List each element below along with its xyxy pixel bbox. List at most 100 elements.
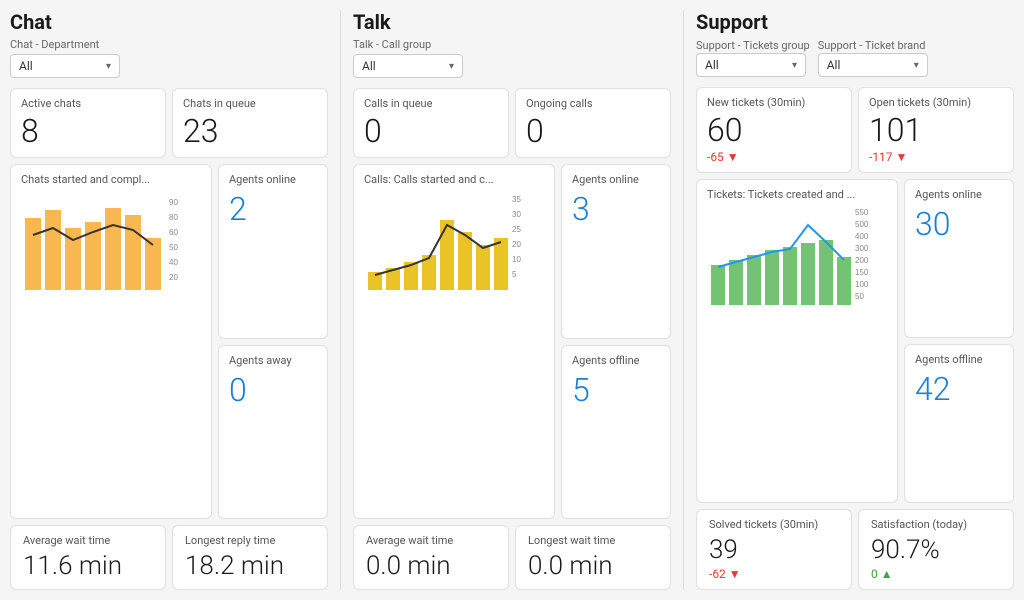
chat-avg-wait-label: Average wait time bbox=[23, 534, 153, 547]
svg-text:500: 500 bbox=[855, 220, 869, 229]
svg-text:550: 550 bbox=[855, 208, 869, 217]
new-tickets-label: New tickets (30min) bbox=[707, 96, 841, 109]
talk-chart-card: Calls: Calls started and c... bbox=[353, 164, 555, 519]
svg-text:40: 40 bbox=[169, 258, 178, 267]
new-tickets-card: New tickets (30min) 60 -65 ▼ bbox=[696, 87, 852, 173]
talk-longest-wait-value: 0.0 min bbox=[528, 551, 658, 581]
satisfaction-card: Satisfaction (today) 90.7% 0 ▲ bbox=[858, 509, 1014, 590]
section-divider-2 bbox=[683, 10, 684, 590]
chat-right-col: Agents online 2 Agents away 0 bbox=[218, 164, 328, 519]
satisfaction-value: 90.7% bbox=[871, 535, 1001, 565]
talk-avg-wait-card: Average wait time 0.0 min bbox=[353, 525, 509, 590]
satisfaction-label: Satisfaction (today) bbox=[871, 518, 1001, 531]
talk-chart-label: Calls: Calls started and c... bbox=[364, 173, 544, 186]
chevron-down-icon: ▾ bbox=[449, 61, 454, 72]
active-chats-card: Active chats 8 bbox=[10, 88, 166, 158]
talk-middle-area: Calls: Calls started and c... bbox=[353, 164, 671, 519]
chat-agents-online-value: 2 bbox=[229, 190, 317, 228]
svg-text:100: 100 bbox=[855, 280, 869, 289]
support-bottom-row: Solved tickets (30min) 39 -62 ▼ Satisfac… bbox=[696, 509, 1014, 590]
chat-longest-reply-label: Longest reply time bbox=[185, 534, 315, 547]
svg-text:50: 50 bbox=[855, 292, 864, 301]
ongoing-calls-value: 0 bbox=[526, 114, 660, 149]
chat-longest-reply-value: 18.2 min bbox=[185, 551, 315, 581]
svg-text:20: 20 bbox=[169, 273, 178, 282]
chats-queue-value: 23 bbox=[183, 114, 317, 149]
talk-avg-wait-label: Average wait time bbox=[366, 534, 496, 547]
support-section: Support Support - Tickets group All ▾ Su… bbox=[696, 10, 1014, 590]
talk-filter-label: Talk - Call group bbox=[353, 38, 671, 51]
chat-avg-wait-card: Average wait time 11.6 min bbox=[10, 525, 166, 590]
talk-right-col: Agents online 3 Agents offline 5 bbox=[561, 164, 671, 519]
support-filter-group-label: Support - Tickets group bbox=[696, 39, 810, 52]
chat-agents-away-card: Agents away 0 bbox=[218, 345, 328, 519]
support-chart-label: Tickets: Tickets created and ... bbox=[707, 188, 887, 201]
talk-agents-offline-value: 5 bbox=[572, 371, 660, 409]
svg-text:200: 200 bbox=[855, 256, 869, 265]
svg-text:400: 400 bbox=[855, 232, 869, 241]
chevron-down-icon: ▾ bbox=[106, 61, 111, 72]
chat-agents-away-label: Agents away bbox=[229, 354, 317, 367]
new-tickets-delta: -65 ▼ bbox=[707, 150, 841, 164]
talk-top-cards: Calls in queue 0 Ongoing calls 0 bbox=[353, 88, 671, 158]
talk-title: Talk bbox=[353, 10, 671, 34]
chat-middle-area: Chats started and compl... bbox=[10, 164, 328, 519]
chevron-down-icon: ▾ bbox=[792, 60, 797, 71]
talk-longest-wait-label: Longest wait time bbox=[528, 534, 658, 547]
solved-tickets-label: Solved tickets (30min) bbox=[709, 518, 839, 531]
svg-text:300: 300 bbox=[855, 244, 869, 253]
ongoing-calls-label: Ongoing calls bbox=[526, 97, 660, 110]
chat-chart: 13 14 15 16 17 18 19 20 90 80 60 50 40 bbox=[21, 190, 201, 290]
svg-text:90: 90 bbox=[169, 198, 178, 207]
calls-queue-value: 0 bbox=[364, 114, 498, 149]
svg-text:35: 35 bbox=[512, 195, 521, 204]
support-agents-online-label: Agents online bbox=[915, 188, 1003, 201]
chevron-down-icon: ▾ bbox=[914, 60, 919, 71]
chat-chart-label: Chats started and compl... bbox=[21, 173, 201, 186]
support-middle-area: Tickets: Tickets created and ... bbox=[696, 179, 1014, 503]
section-divider-1 bbox=[340, 10, 341, 590]
talk-chart: 13 14 15 16 17 18 19 20 35 30 25 20 10 bbox=[364, 190, 544, 290]
satisfaction-delta: 0 ▲ bbox=[871, 567, 1001, 581]
active-chats-label: Active chats bbox=[21, 97, 155, 110]
support-agents-offline-value: 42 bbox=[915, 370, 1003, 408]
svg-text:10: 10 bbox=[512, 255, 521, 264]
chat-avg-wait-value: 11.6 min bbox=[23, 551, 153, 581]
solved-tickets-delta: -62 ▼ bbox=[709, 567, 839, 581]
chat-top-cards: Active chats 8 Chats in queue 23 bbox=[10, 88, 328, 158]
talk-callgroup-dropdown[interactable]: All ▾ bbox=[353, 54, 463, 78]
support-top-cards: New tickets (30min) 60 -65 ▼ Open ticket… bbox=[696, 87, 1014, 173]
open-tickets-value: 101 bbox=[869, 113, 1003, 148]
talk-bottom-row: Average wait time 0.0 min Longest wait t… bbox=[353, 525, 671, 590]
chat-section: Chat Chat - Department All ▾ Active chat… bbox=[10, 10, 328, 590]
talk-agents-online-value: 3 bbox=[572, 190, 660, 228]
talk-agents-offline-label: Agents offline bbox=[572, 354, 660, 367]
open-tickets-card: Open tickets (30min) 101 -117 ▼ bbox=[858, 87, 1014, 173]
chat-agents-online-label: Agents online bbox=[229, 173, 317, 186]
svg-text:80: 80 bbox=[169, 213, 178, 222]
support-title: Support bbox=[696, 10, 1014, 34]
calls-queue-label: Calls in queue bbox=[364, 97, 498, 110]
new-tickets-value: 60 bbox=[707, 113, 841, 148]
chat-chart-card: Chats started and compl... bbox=[10, 164, 212, 519]
support-chart: 13 14 15 16 17 18 19 20 550 500 400 300 … bbox=[707, 205, 887, 305]
active-chats-value: 8 bbox=[21, 114, 155, 149]
chat-longest-reply-card: Longest reply time 18.2 min bbox=[172, 525, 328, 590]
chat-department-dropdown[interactable]: All ▾ bbox=[10, 54, 120, 78]
support-right-col: Agents online 30 Agents offline 42 bbox=[904, 179, 1014, 503]
svg-text:50: 50 bbox=[169, 243, 178, 252]
talk-section: Talk Talk - Call group All ▾ Calls in qu… bbox=[353, 10, 671, 590]
support-agents-online-value: 30 bbox=[915, 205, 1003, 243]
svg-text:30: 30 bbox=[512, 210, 521, 219]
chat-agents-online-card: Agents online 2 bbox=[218, 164, 328, 338]
chats-queue-label: Chats in queue bbox=[183, 97, 317, 110]
support-group-dropdown[interactable]: All ▾ bbox=[696, 53, 806, 77]
talk-agents-online-label: Agents online bbox=[572, 173, 660, 186]
support-agents-offline-label: Agents offline bbox=[915, 353, 1003, 366]
solved-tickets-card: Solved tickets (30min) 39 -62 ▼ bbox=[696, 509, 852, 590]
support-filter-brand-label: Support - Ticket brand bbox=[818, 39, 926, 52]
support-brand-dropdown[interactable]: All ▾ bbox=[818, 53, 928, 77]
talk-agents-offline-card: Agents offline 5 bbox=[561, 345, 671, 519]
ongoing-calls-card: Ongoing calls 0 bbox=[515, 88, 671, 158]
support-chart-card: Tickets: Tickets created and ... bbox=[696, 179, 898, 503]
